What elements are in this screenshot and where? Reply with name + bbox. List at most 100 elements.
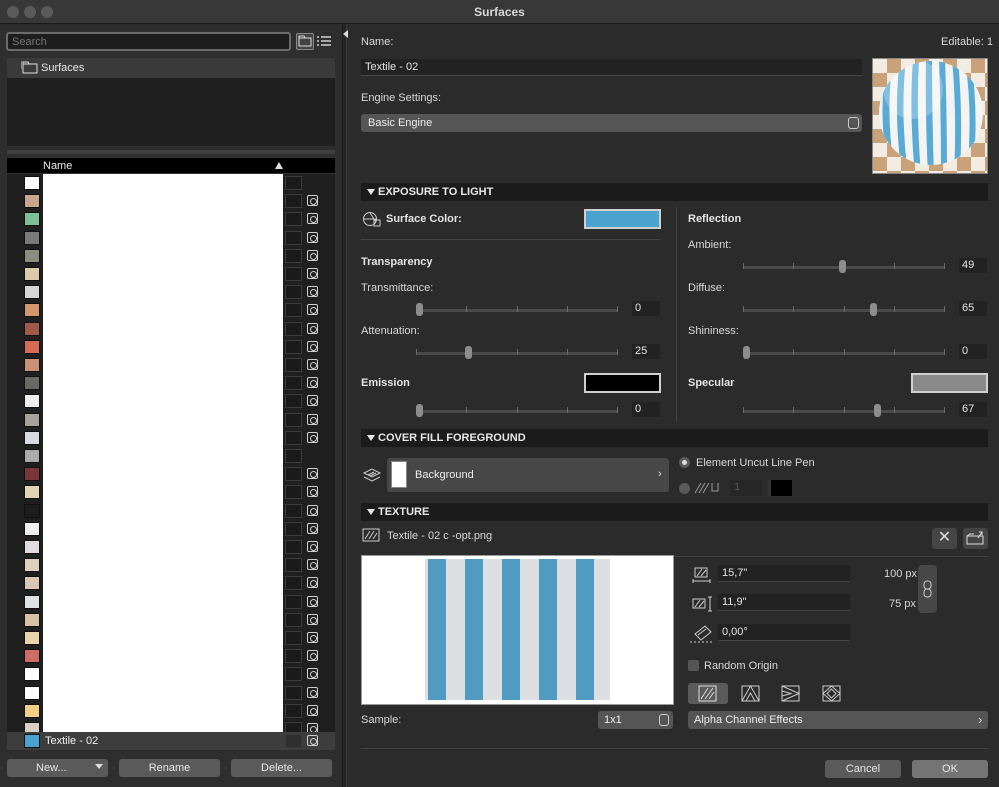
diffuse-value[interactable]: 65 [959,301,987,316]
surface-row[interactable] [7,665,335,683]
mirror-y-button[interactable] [771,683,811,704]
search-input[interactable] [6,32,291,51]
surface-row[interactable] [7,174,335,192]
surface-row[interactable] [7,210,335,228]
aspect-ratio-lock-button[interactable] [918,565,937,613]
mirror-none-button[interactable] [688,683,728,704]
transmittance-value[interactable]: 0 [632,301,660,316]
fill-select[interactable]: Background › [387,458,669,492]
surface-row[interactable] [7,593,335,611]
surface-row[interactable] [7,684,335,702]
surface-row[interactable] [7,538,335,556]
emission-slider[interactable] [416,404,618,417]
surface-row[interactable] [7,374,335,392]
collapse-arrow-icon[interactable] [343,30,348,38]
surface-row[interactable] [7,520,335,538]
custom-pen-radio[interactable] [679,483,690,494]
slider-knob[interactable] [869,303,877,316]
section-exposure-to-light[interactable]: EXPOSURE TO LIGHT [361,183,988,201]
disclosure-triangle-icon[interactable] [367,189,375,195]
disclosure-triangle-icon[interactable] [367,435,375,441]
slider-knob[interactable] [873,404,881,417]
emission-color-swatch[interactable] [584,373,661,393]
surface-row[interactable] [7,574,335,592]
chevron-down-icon[interactable] [95,764,103,769]
column-header-name[interactable]: Name [43,160,72,172]
folder-view-button[interactable] [296,33,314,50]
surface-row[interactable] [7,465,335,483]
emission-value[interactable]: 0 [632,402,660,417]
transmittance-slider[interactable] [416,303,618,316]
pen-color-swatch[interactable] [768,480,792,496]
surface-row[interactable] [7,647,335,665]
pane-divider[interactable] [342,25,348,787]
delete-button[interactable]: Delete... [231,759,332,777]
random-origin-label: Random Origin [704,660,778,672]
surface-color-swatch[interactable] [584,209,661,229]
section-cover-fill-foreground[interactable]: COVER FILL FOREGROUND [361,429,988,447]
surface-row[interactable] [7,265,335,283]
list-splitter[interactable] [7,150,335,154]
mirror-xy-button[interactable] [812,683,852,704]
cancel-button[interactable]: Cancel [825,760,901,778]
slider-knob[interactable] [838,260,846,273]
texture-angle-field[interactable]: 0,00° [718,624,850,641]
sample-select[interactable]: 1x1 [598,711,673,729]
specular-color-swatch[interactable] [911,373,988,393]
attenuation-slider[interactable] [416,346,618,359]
slider-knob[interactable] [464,346,472,359]
new-button[interactable]: New... [7,759,108,777]
surface-row[interactable] [7,702,335,720]
surface-row[interactable] [7,338,335,356]
shininess-value[interactable]: 0 [959,344,987,359]
disclosure-triangle-icon[interactable] [367,509,375,515]
texture-height-field[interactable]: 11,9" [718,594,850,611]
remove-texture-button[interactable]: ✕ [932,528,957,549]
surface-row[interactable] [7,429,335,447]
surface-row[interactable] [7,392,335,410]
attenuation-value[interactable]: 25 [632,344,660,359]
surface-row[interactable] [7,192,335,210]
diffuse-slider[interactable] [743,303,945,316]
surface-row[interactable] [7,502,335,520]
surface-row[interactable] [7,629,335,647]
fill-pattern-icon [285,212,302,227]
load-texture-button[interactable] [963,528,988,549]
surface-row[interactable] [7,483,335,501]
surface-row-selected[interactable]: Textile - 02 [7,732,335,750]
tree-item-surfaces[interactable]: Surfaces [7,58,335,78]
list-view-button[interactable] [316,33,334,50]
rename-button[interactable]: Rename [119,759,220,777]
slider-knob[interactable] [743,346,750,359]
surface-row[interactable] [7,556,335,574]
slider-knob[interactable] [416,404,423,417]
surface-row[interactable] [7,611,335,629]
surface-row[interactable] [7,247,335,265]
ambient-value[interactable]: 49 [959,258,987,273]
ambient-slider[interactable] [743,260,945,273]
surface-row[interactable] [7,447,335,465]
surface-name-field[interactable]: Textile - 02 [361,59,862,76]
sort-ascending-icon[interactable] [275,162,283,169]
surface-row[interactable] [7,283,335,301]
shininess-slider[interactable] [743,346,945,359]
specular-slider[interactable] [743,404,945,417]
surface-row[interactable] [7,301,335,319]
pen-radio-selected[interactable] [679,457,690,468]
texture-width-field[interactable]: 15,7" [718,565,850,582]
ambient-label: Ambient: [688,239,732,251]
surface-row[interactable] [7,356,335,374]
close-icon: ✕ [937,529,952,546]
pen-number-field[interactable]: 1 [730,480,762,496]
surface-row[interactable] [7,411,335,429]
surface-row[interactable] [7,320,335,338]
ok-button[interactable]: OK [912,760,988,778]
random-origin-checkbox[interactable] [688,660,699,671]
surface-row[interactable] [7,229,335,247]
section-texture[interactable]: TEXTURE [361,503,988,521]
slider-knob[interactable] [416,303,423,316]
mirror-x-button[interactable] [731,683,771,704]
specular-value[interactable]: 67 [959,402,987,417]
alpha-channel-effects-button[interactable]: Alpha Channel Effects › [688,711,988,729]
engine-select[interactable]: Basic Engine [361,114,862,132]
